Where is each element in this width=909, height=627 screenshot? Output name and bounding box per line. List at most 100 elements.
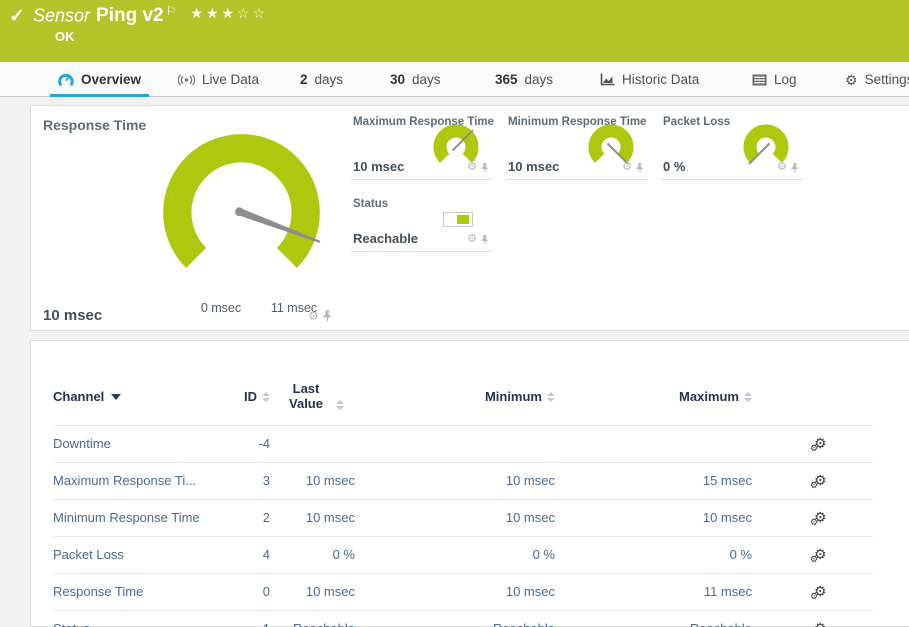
- pin-icon[interactable]: [791, 163, 799, 173]
- gear-icon[interactable]: ⚙: [777, 162, 787, 173]
- flag-icon[interactable]: ⚐: [166, 4, 177, 18]
- channel-last-value: [270, 426, 355, 463]
- sort-icon: [262, 392, 270, 402]
- channel-name[interactable]: Downtime: [53, 426, 225, 463]
- tab-live-data[interactable]: Live Data: [178, 62, 259, 97]
- channel-maximum: [555, 426, 752, 463]
- sensor-name: Ping v2: [96, 5, 164, 26]
- channel-id: 2: [225, 500, 270, 537]
- channel-minimum: [355, 426, 555, 463]
- tab-number: 2: [300, 72, 308, 87]
- log-icon: [752, 74, 767, 86]
- gauge-card-maximum-response-time: Maximum Response Time 10 msec ⚙: [351, 106, 493, 180]
- channel-minimum: 10 msec: [355, 574, 555, 611]
- channel-maximum: 15 msec: [555, 463, 752, 500]
- gear-icon[interactable]: ⚙: [308, 310, 319, 322]
- channel-settings-icon[interactable]: ⚙⚙: [814, 435, 827, 452]
- sensor-status-badge: OK: [55, 29, 75, 44]
- gauge-title: Response Time: [43, 117, 146, 133]
- table-row-minimum-response-time: Minimum Response Time 2 10 msec 10 msec …: [53, 500, 873, 537]
- tab-label: days: [525, 72, 554, 87]
- tab-bar: Overview Live Data 2 days 30 days 365 da…: [0, 62, 909, 97]
- sensor-kind-label: Sensor: [33, 5, 90, 25]
- channel-name[interactable]: Minimum Response Time: [53, 500, 225, 537]
- channel-settings-icon[interactable]: ⚙⚙: [814, 509, 827, 526]
- tab-365-days[interactable]: 365 days: [495, 62, 553, 97]
- gear-icon[interactable]: ⚙: [467, 234, 477, 245]
- channel-maximum: 0 %: [555, 537, 752, 574]
- column-label: Channel: [53, 389, 104, 404]
- sort-icon: [547, 392, 555, 402]
- gear-icon[interactable]: ⚙: [622, 162, 632, 173]
- channel-name[interactable]: Response Time: [53, 574, 225, 611]
- sensor-title: Sensor Ping v2⚐ ★★★☆☆: [33, 4, 268, 27]
- column-header-minimum[interactable]: Minimum: [355, 373, 555, 426]
- status-check-icon: ✓: [9, 5, 25, 28]
- status-card-title: Status: [353, 198, 388, 210]
- star-rating[interactable]: ★★★☆☆: [190, 5, 268, 21]
- table-row-status: Status 1 Reachable Reachable Reachable ⚙…: [53, 611, 873, 627]
- channel-id: 3: [225, 463, 270, 500]
- status-card: Status Reachable ⚙: [351, 188, 493, 252]
- tab-label: Live Data: [202, 72, 259, 87]
- column-header-id[interactable]: ID: [225, 373, 270, 426]
- tab-historic-data[interactable]: Historic Data: [600, 62, 699, 97]
- column-header-settings: [752, 373, 873, 426]
- gauge-value: 10 msec: [508, 159, 559, 174]
- pin-icon[interactable]: [636, 163, 644, 173]
- gauges-panel: Response Time 0 msec 11 msec 10 msec ⚙ M…: [30, 105, 909, 331]
- channel-minimum: 10 msec: [355, 463, 555, 500]
- channel-minimum: 10 msec: [355, 500, 555, 537]
- pin-icon[interactable]: [323, 310, 332, 322]
- channel-name[interactable]: Status: [53, 611, 225, 627]
- tab-30-days[interactable]: 30 days: [390, 62, 441, 97]
- channel-minimum: Reachable: [355, 611, 555, 627]
- gauge-scale-min: 0 msec: [186, 301, 256, 315]
- gauge-value: 0 %: [663, 159, 685, 174]
- channel-last-value: 10 msec: [270, 574, 355, 611]
- channel-last-value: 10 msec: [270, 463, 355, 500]
- gear-icon[interactable]: ⚙: [467, 162, 477, 173]
- channel-id: 4: [225, 537, 270, 574]
- tab-label: days: [412, 72, 441, 87]
- sort-desc-icon: [111, 394, 121, 400]
- channel-last-value: 0 %: [270, 537, 355, 574]
- pin-icon[interactable]: [481, 163, 489, 173]
- tab-number: 365: [495, 72, 518, 87]
- column-header-last-value[interactable]: Last Value: [270, 373, 355, 426]
- channel-last-value: Reachable: [270, 611, 355, 627]
- tab-2-days[interactable]: 2 days: [300, 62, 343, 97]
- channel-id: -4: [225, 426, 270, 463]
- pin-icon[interactable]: [481, 235, 489, 245]
- tab-overview[interactable]: Overview: [58, 62, 141, 97]
- channel-maximum: 10 msec: [555, 500, 752, 537]
- channel-name[interactable]: Packet Loss: [53, 537, 225, 574]
- historic-chart-icon: [600, 73, 615, 86]
- table-header-row: Channel ID Last Value Minimum Maximum: [53, 373, 873, 426]
- channel-id: 0: [225, 574, 270, 611]
- channel-table-panel: Channel ID Last Value Minimum Maximum Do…: [30, 340, 909, 627]
- column-label: Minimum: [485, 389, 542, 404]
- channel-settings-icon[interactable]: ⚙⚙: [814, 620, 827, 627]
- table-row-packet-loss: Packet Loss 4 0 % 0 % 0 % ⚙⚙: [53, 537, 873, 574]
- table-row-maximum-response-time: Maximum Response Ti... 3 10 msec 10 msec…: [53, 463, 873, 500]
- tab-label: Historic Data: [622, 72, 699, 87]
- channel-settings-icon[interactable]: ⚙⚙: [814, 546, 827, 563]
- tab-settings[interactable]: ⚙ Settings: [845, 62, 909, 97]
- column-header-channel[interactable]: Channel: [53, 373, 225, 426]
- sort-icon: [336, 400, 344, 410]
- channel-name[interactable]: Maximum Response Ti...: [53, 463, 225, 500]
- sort-icon: [744, 392, 752, 402]
- column-header-maximum[interactable]: Maximum: [555, 373, 752, 426]
- gauge-title: Packet Loss: [663, 116, 730, 128]
- tab-log[interactable]: Log: [752, 62, 797, 97]
- channel-maximum: Reachable: [555, 611, 752, 627]
- channel-last-value: 10 msec: [270, 500, 355, 537]
- tab-number: 30: [390, 72, 405, 87]
- status-toggle: [443, 212, 473, 227]
- channel-settings-icon[interactable]: ⚙⚙: [814, 583, 827, 600]
- tab-label: Overview: [81, 72, 141, 87]
- gauge-value: 10 msec: [43, 307, 102, 324]
- channel-settings-icon[interactable]: ⚙⚙: [814, 472, 827, 489]
- channel-maximum: 11 msec: [555, 574, 752, 611]
